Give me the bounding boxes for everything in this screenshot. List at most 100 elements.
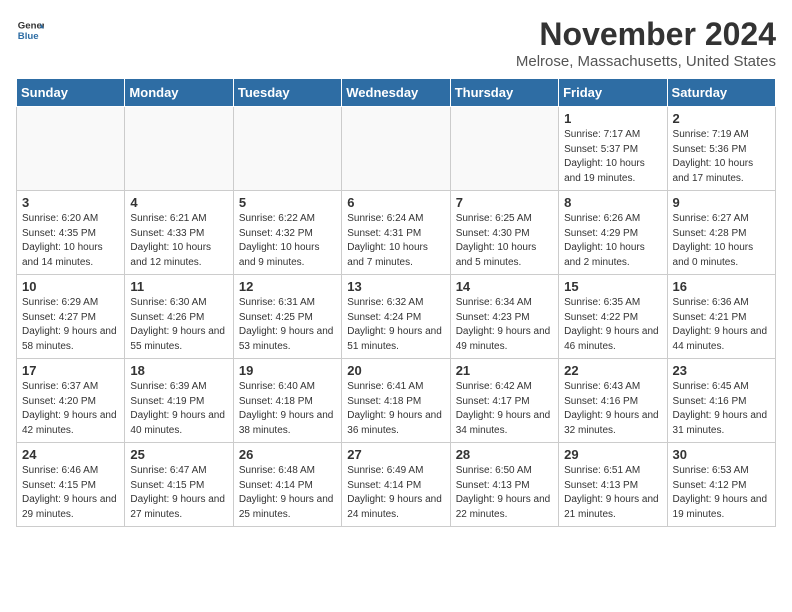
day-detail: Sunrise: 6:48 AM Sunset: 4:14 PM Dayligh…	[239, 464, 336, 522]
day-number: 4	[130, 195, 227, 210]
calendar-week-4: 17 Sunrise: 6:37 AM Sunset: 4:20 PM Dayli…	[17, 359, 776, 443]
day-number: 5	[239, 195, 336, 210]
calendar-cell: 25Sunrise: 6:47 AM Sunset: 4:15 PM Dayli…	[125, 443, 233, 527]
day-detail: Sunrise: 6:41 AM Sunset: 4:18 PM Dayligh…	[347, 380, 444, 438]
calendar-cell: 4 Sunrise: 6:21 AM Sunset: 4:33 PM Daylig…	[125, 191, 233, 275]
day-number: 2	[673, 111, 770, 126]
header: General Blue November 2024 Melrose, Mass…	[16, 16, 776, 70]
calendar-header-row: SundayMondayTuesdayWednesdayThursdayFrid…	[17, 79, 776, 107]
day-detail: Sunrise: 6:22 AM Sunset: 4:32 PM Dayligh…	[239, 212, 336, 270]
weekday-header-wednesday: Wednesday	[342, 79, 450, 107]
weekday-header-tuesday: Tuesday	[233, 79, 341, 107]
day-detail: Sunrise: 7:19 AM Sunset: 5:36 PM Dayligh…	[673, 128, 770, 186]
logo-icon: General Blue	[16, 16, 44, 44]
calendar-cell: 18 Sunrise: 6:39 AM Sunset: 4:19 PM Dayli…	[125, 359, 233, 443]
day-detail: Sunrise: 6:42 AM Sunset: 4:17 PM Dayligh…	[456, 380, 553, 438]
day-detail: Sunrise: 6:24 AM Sunset: 4:31 PM Dayligh…	[347, 212, 444, 270]
day-number: 1	[564, 111, 661, 126]
calendar-cell: 28 Sunrise: 6:50 AM Sunset: 4:13 PM Dayli…	[450, 443, 558, 527]
day-number: 21	[456, 363, 553, 378]
day-number: 24	[22, 447, 119, 462]
day-number: 7	[456, 195, 553, 210]
calendar-cell: 12Sunrise: 6:31 AM Sunset: 4:25 PM Dayli…	[233, 275, 341, 359]
day-detail: Sunrise: 6:45 AM Sunset: 4:16 PM Dayligh…	[673, 380, 770, 438]
day-detail: Sunrise: 6:53 AM Sunset: 4:12 PM Dayligh…	[673, 464, 770, 522]
calendar-cell: 13 Sunrise: 6:32 AM Sunset: 4:24 PM Dayli…	[342, 275, 450, 359]
day-number: 25	[130, 447, 227, 462]
calendar-week-1: 1 Sunrise: 7:17 AM Sunset: 5:37 PM Daylig…	[17, 107, 776, 191]
day-number: 13	[347, 279, 444, 294]
day-detail: Sunrise: 7:17 AM Sunset: 5:37 PM Dayligh…	[564, 128, 661, 186]
calendar-cell: 1 Sunrise: 7:17 AM Sunset: 5:37 PM Daylig…	[559, 107, 667, 191]
calendar-cell: 16Sunrise: 6:36 AM Sunset: 4:21 PM Dayli…	[667, 275, 775, 359]
svg-text:Blue: Blue	[18, 31, 39, 42]
calendar-cell	[125, 107, 233, 191]
calendar-cell	[342, 107, 450, 191]
month-title: November 2024	[516, 16, 776, 53]
calendar-cell: 2 Sunrise: 7:19 AM Sunset: 5:36 PM Daylig…	[667, 107, 775, 191]
calendar-cell: 19Sunrise: 6:40 AM Sunset: 4:18 PM Dayli…	[233, 359, 341, 443]
day-detail: Sunrise: 6:36 AM Sunset: 4:21 PM Dayligh…	[673, 296, 770, 354]
calendar-cell: 23 Sunrise: 6:45 AM Sunset: 4:16 PM Dayli…	[667, 359, 775, 443]
calendar-cell	[17, 107, 125, 191]
day-number: 15	[564, 279, 661, 294]
day-detail: Sunrise: 6:43 AM Sunset: 4:16 PM Dayligh…	[564, 380, 661, 438]
day-number: 27	[347, 447, 444, 462]
calendar-cell: 5 Sunrise: 6:22 AM Sunset: 4:32 PM Daylig…	[233, 191, 341, 275]
day-number: 29	[564, 447, 661, 462]
calendar-cell: 8 Sunrise: 6:26 AM Sunset: 4:29 PM Daylig…	[559, 191, 667, 275]
calendar-week-2: 3Sunrise: 6:20 AM Sunset: 4:35 PM Daylig…	[17, 191, 776, 275]
day-number: 26	[239, 447, 336, 462]
calendar-cell: 3Sunrise: 6:20 AM Sunset: 4:35 PM Daylig…	[17, 191, 125, 275]
calendar-cell: 17 Sunrise: 6:37 AM Sunset: 4:20 PM Dayli…	[17, 359, 125, 443]
calendar-cell: 11Sunrise: 6:30 AM Sunset: 4:26 PM Dayli…	[125, 275, 233, 359]
calendar-cell: 6 Sunrise: 6:24 AM Sunset: 4:31 PM Daylig…	[342, 191, 450, 275]
calendar-cell: 20 Sunrise: 6:41 AM Sunset: 4:18 PM Dayli…	[342, 359, 450, 443]
day-number: 14	[456, 279, 553, 294]
calendar-body: 1 Sunrise: 7:17 AM Sunset: 5:37 PM Daylig…	[17, 107, 776, 527]
calendar-cell: 14 Sunrise: 6:34 AM Sunset: 4:23 PM Dayli…	[450, 275, 558, 359]
calendar-cell: 27 Sunrise: 6:49 AM Sunset: 4:14 PM Dayli…	[342, 443, 450, 527]
day-number: 6	[347, 195, 444, 210]
calendar-cell: 7 Sunrise: 6:25 AM Sunset: 4:30 PM Daylig…	[450, 191, 558, 275]
day-detail: Sunrise: 6:29 AM Sunset: 4:27 PM Dayligh…	[22, 296, 119, 354]
day-number: 17	[22, 363, 119, 378]
location-title: Melrose, Massachusetts, United States	[516, 53, 776, 70]
weekday-header-saturday: Saturday	[667, 79, 775, 107]
day-number: 8	[564, 195, 661, 210]
weekday-header-monday: Monday	[125, 79, 233, 107]
day-detail: Sunrise: 6:37 AM Sunset: 4:20 PM Dayligh…	[22, 380, 119, 438]
day-detail: Sunrise: 6:30 AM Sunset: 4:26 PM Dayligh…	[130, 296, 227, 354]
day-number: 18	[130, 363, 227, 378]
day-detail: Sunrise: 6:51 AM Sunset: 4:13 PM Dayligh…	[564, 464, 661, 522]
calendar-week-3: 10Sunrise: 6:29 AM Sunset: 4:27 PM Dayli…	[17, 275, 776, 359]
day-number: 23	[673, 363, 770, 378]
day-number: 30	[673, 447, 770, 462]
day-detail: Sunrise: 6:50 AM Sunset: 4:13 PM Dayligh…	[456, 464, 553, 522]
calendar-cell: 21 Sunrise: 6:42 AM Sunset: 4:17 PM Dayli…	[450, 359, 558, 443]
calendar-week-5: 24 Sunrise: 6:46 AM Sunset: 4:15 PM Dayli…	[17, 443, 776, 527]
day-detail: Sunrise: 6:32 AM Sunset: 4:24 PM Dayligh…	[347, 296, 444, 354]
calendar-cell: 10Sunrise: 6:29 AM Sunset: 4:27 PM Dayli…	[17, 275, 125, 359]
day-detail: Sunrise: 6:26 AM Sunset: 4:29 PM Dayligh…	[564, 212, 661, 270]
logo: General Blue	[16, 16, 44, 44]
weekday-header-sunday: Sunday	[17, 79, 125, 107]
day-detail: Sunrise: 6:35 AM Sunset: 4:22 PM Dayligh…	[564, 296, 661, 354]
day-detail: Sunrise: 6:27 AM Sunset: 4:28 PM Dayligh…	[673, 212, 770, 270]
day-detail: Sunrise: 6:25 AM Sunset: 4:30 PM Dayligh…	[456, 212, 553, 270]
day-detail: Sunrise: 6:21 AM Sunset: 4:33 PM Dayligh…	[130, 212, 227, 270]
day-detail: Sunrise: 6:49 AM Sunset: 4:14 PM Dayligh…	[347, 464, 444, 522]
day-number: 22	[564, 363, 661, 378]
day-detail: Sunrise: 6:46 AM Sunset: 4:15 PM Dayligh…	[22, 464, 119, 522]
calendar-cell: 30 Sunrise: 6:53 AM Sunset: 4:12 PM Dayli…	[667, 443, 775, 527]
calendar-cell: 9Sunrise: 6:27 AM Sunset: 4:28 PM Daylig…	[667, 191, 775, 275]
day-number: 19	[239, 363, 336, 378]
day-number: 3	[22, 195, 119, 210]
day-number: 12	[239, 279, 336, 294]
day-number: 20	[347, 363, 444, 378]
weekday-header-thursday: Thursday	[450, 79, 558, 107]
day-detail: Sunrise: 6:39 AM Sunset: 4:19 PM Dayligh…	[130, 380, 227, 438]
calendar-cell	[450, 107, 558, 191]
day-number: 28	[456, 447, 553, 462]
day-detail: Sunrise: 6:34 AM Sunset: 4:23 PM Dayligh…	[456, 296, 553, 354]
